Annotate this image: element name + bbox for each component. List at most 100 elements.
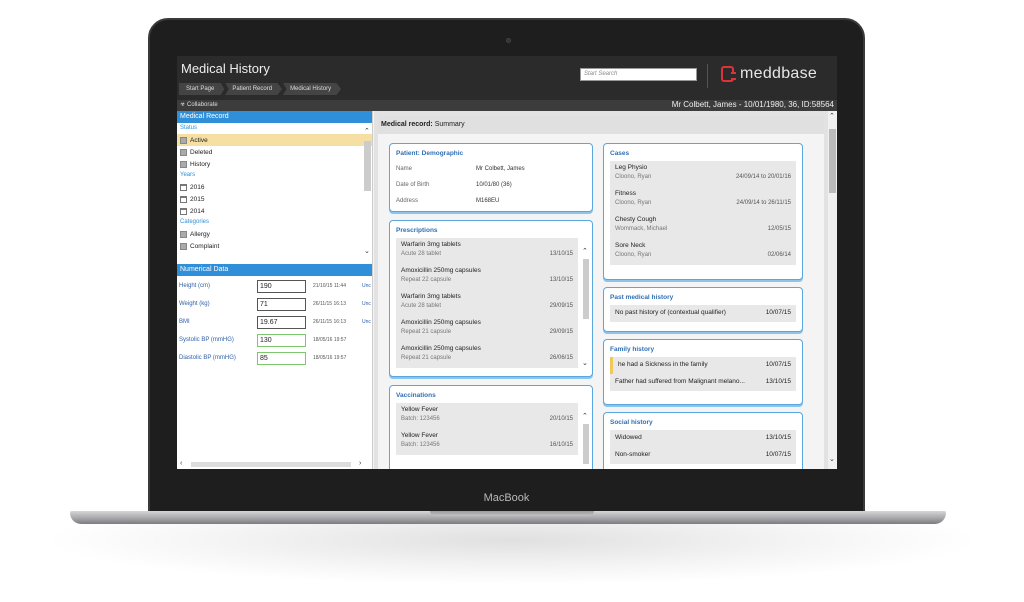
left-horizontal-scrollbar[interactable]: ‹ › [177,460,373,469]
systolic-field[interactable]: 130 [257,333,306,347]
chevron-up-icon[interactable]: ⌃ [582,412,588,420]
kv-key: Name [396,166,413,172]
bmi-field[interactable]: 19.67 [257,315,306,329]
list-item[interactable]: he had a Sickness in the family 10/07/15 [610,357,796,374]
item-date: 10/07/15 [765,361,791,368]
list-item[interactable]: Amoxicillin 250mg capsules Repeat 21 caps… [396,316,578,342]
breadcrumb-patient-record[interactable]: Patient Record [225,83,283,95]
card-title: Social history [610,419,653,426]
list-item[interactable]: Amoxicillin 250mg capsules Repeat 22 caps… [396,264,578,290]
list-item[interactable]: Chesty Cough Wommack, Michael 12/05/15 [610,213,796,239]
list-item[interactable]: Father had suffered from Malignant melan… [610,374,796,391]
item-text: No past history of (contextual qualifier… [615,309,726,316]
item-name: Amoxicillin 250mg capsules [401,267,481,274]
num-date: 18/05/16 19:57 [313,337,347,343]
kv-value: M168EU [476,198,500,204]
item-name: Warfarin 3mg tablets [401,241,461,248]
breadcrumb: Start Page Patient Record Medical Histor… [179,83,342,95]
item-detail: Acute 28 tablet [401,251,442,257]
numerical-data-heading: Numerical Data [177,264,372,276]
item-name: Sore Neck [615,242,646,249]
list-item[interactable]: Yellow Fever Batch: 123456 20/10/15 [396,403,578,429]
chevron-right-icon[interactable]: › [359,460,361,467]
tree-scroll-thumb[interactable] [364,141,371,191]
card-title: Patient: Demographic [396,150,464,157]
tree-item-2014[interactable]: 2014 [177,205,372,217]
chevron-down-icon[interactable]: ⌄ [582,359,588,367]
list-item[interactable]: Amoxicillin 250mg capsules Repeat 21 caps… [396,342,578,368]
numerical-row-height: Height (cm) 190 21/10/15 11:44 Unc [177,277,372,295]
num-unc: Unc [362,319,371,325]
kv-value: Mr Colbett, James [476,166,525,172]
item-name: Leg Physio [615,164,648,171]
item-detail: Batch: 123456 [401,416,440,422]
tree-item-label: 2016 [190,183,205,191]
item-name: Amoxicillin 250mg capsules [401,319,481,326]
patient-info: Mr Colbett, James - 10/01/1980, 36, ID:5… [671,100,834,109]
breadcrumb-medical-history[interactable]: Medical History [283,83,342,95]
chevron-down-icon[interactable]: ⌄ [364,247,370,255]
tree-item-allergy[interactable]: Allergy [177,228,372,240]
num-date: 26/11/15 16:13 [313,319,346,325]
chevron-up-icon[interactable]: ⌃ [829,112,835,120]
family-history-card: Family history he had a Sickness in the … [603,339,803,405]
num-unc: Unc [362,283,371,289]
tree-item-active[interactable]: Active [177,134,372,146]
item-date: 24/09/14 to 20/01/16 [735,174,791,180]
collaborate-button[interactable]: ☣ Collaborate [180,101,218,108]
kv-key: Date of Birth [396,182,430,188]
num-date: 18/05/16 19:57 [313,355,347,361]
folder-icon [180,160,187,168]
height-field[interactable]: 190 [257,279,306,293]
demographic-row: Address M168EU [390,193,592,209]
weight-field[interactable]: 71 [257,297,306,311]
list-item[interactable]: Leg Physio Cloono, Ryan 24/09/14 to 20/01/… [610,161,796,187]
tree-item-deleted[interactable]: Deleted [177,146,372,158]
cases-list: Leg Physio Cloono, Ryan 24/09/14 to 20/01/… [610,161,796,265]
status-label: Status [180,125,198,131]
card-title: Vaccinations [396,392,436,399]
tree-scrollbar[interactable]: ⌃ ⌄ [363,127,372,257]
list-item[interactable]: Yellow Fever Batch: 123456 16/10/15 [396,429,578,455]
main-pane: Medical record: Summary Patient: Demogra… [374,111,837,469]
tree-item-history[interactable]: History [177,158,372,170]
item-date: 29/09/15 [549,329,573,335]
tree-item-label: Allergy [190,230,210,238]
num-label: Systolic BP (mmHG) [179,337,234,343]
past-medical-history-card: Past medical history No past history of … [603,287,803,332]
card-title: Past medical history [610,294,674,301]
item-date: 16/10/15 [549,442,573,448]
list-item[interactable]: Sore Neck Cloono, Ryan 02/06/14 [610,239,796,265]
breadcrumb-start-page[interactable]: Start Page [179,83,225,95]
list-item[interactable]: Fitness Cloono, Ryan 24/09/14 to 26/11/15 [610,187,796,213]
vaccinations-scrollbar[interactable]: ⌃ [582,412,590,469]
tree-item-2015[interactable]: 2015 [177,193,372,205]
list-item[interactable]: Non-smoker 10/07/15 [610,447,796,464]
list-item[interactable]: Warfarin 3mg tablets Acute 28 tablet 13/10… [396,238,578,264]
chevron-up-icon[interactable]: ⌃ [364,127,370,135]
scroll-thumb[interactable] [583,259,589,319]
scroll-thumb[interactable] [583,424,589,464]
list-item[interactable]: Warfarin 3mg tablets Acute 28 tablet 29/09… [396,290,578,316]
left-scroll-track[interactable] [191,462,351,467]
chevron-down-icon[interactable]: ⌄ [829,455,835,463]
main-scrollbar[interactable]: ⌃ ⌄ [828,111,837,469]
calendar-icon [180,195,187,203]
search-input[interactable]: Start Search [580,68,697,81]
left-pane: Medical Record Status Active Deleted His… [177,111,373,469]
list-item[interactable]: No past history of (contextual qualifier… [610,305,796,322]
tree-item-complaint[interactable]: Complaint [177,240,372,252]
prescriptions-scrollbar[interactable]: ⌃ ⌄ [582,247,590,375]
chevron-up-icon[interactable]: ⌃ [582,247,588,255]
diastolic-field[interactable]: 85 [257,351,306,365]
tree-item-2016[interactable]: 2016 [177,181,372,193]
item-person: Cloono, Ryan [615,200,652,206]
card-title: Family history [610,346,655,353]
item-date: 12/05/15 [767,226,791,232]
list-item[interactable]: Widowed 13/10/15 [610,430,796,447]
vaccinations-card: Vaccinations Yellow Fever Batch: 123456 20… [389,385,593,469]
item-date: 29/09/15 [549,303,573,309]
num-date: 21/10/15 11:44 [313,283,346,289]
main-scroll-thumb[interactable] [829,129,836,193]
chevron-left-icon[interactable]: ‹ [180,460,182,467]
